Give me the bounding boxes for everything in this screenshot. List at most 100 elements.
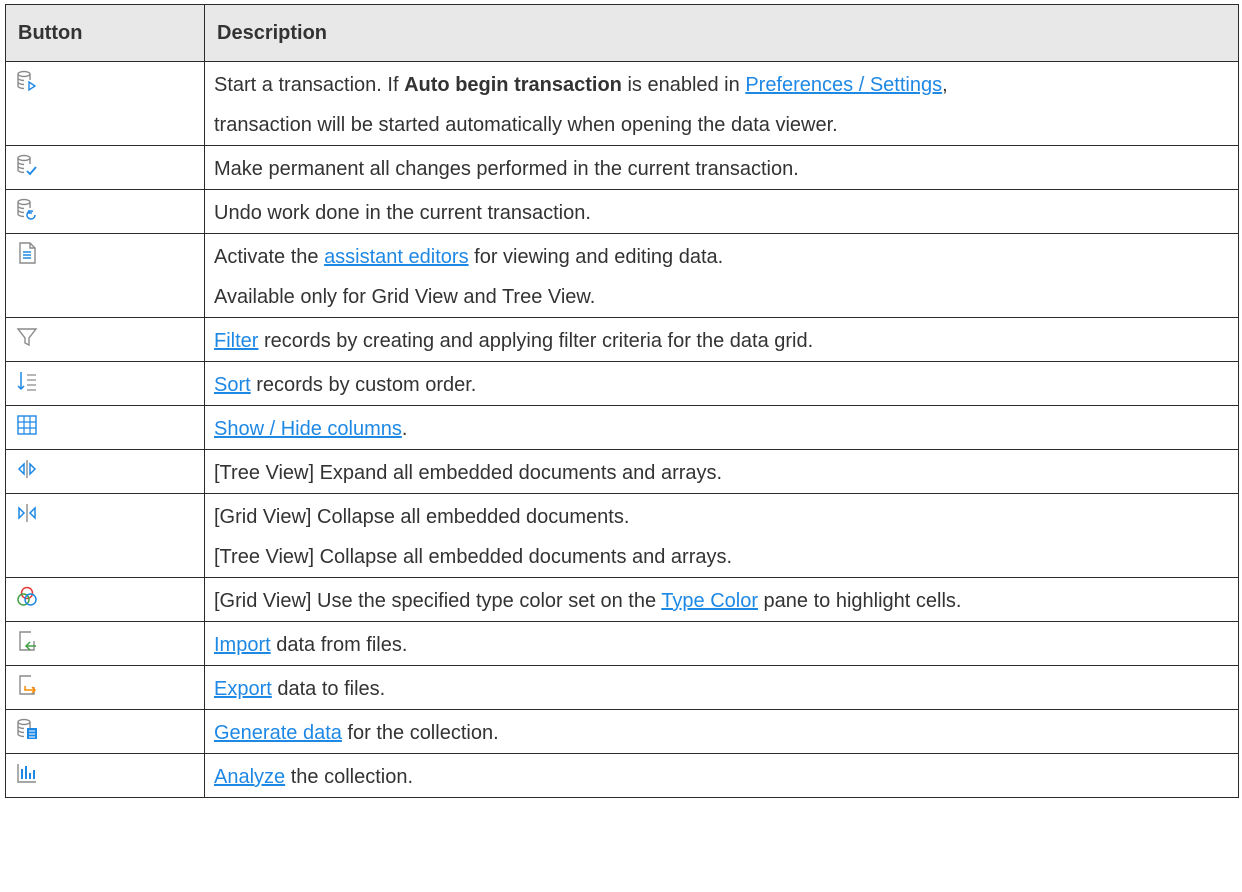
description-line: Available only for Grid View and Tree Vi… xyxy=(214,277,1226,317)
button-cell xyxy=(5,145,205,190)
description-cell: Start a transaction. If Auto begin trans… xyxy=(204,61,1239,146)
bold-term: Auto begin transaction xyxy=(404,74,622,96)
table-row: [Grid View] Collapse all embedded docume… xyxy=(5,493,1239,578)
collapse-all-icon xyxy=(15,501,39,525)
columns-grid-icon xyxy=(15,413,39,437)
description-line: Filter records by creating and applying … xyxy=(214,321,1226,361)
doc-link[interactable]: Import xyxy=(214,634,271,656)
import-icon xyxy=(15,629,39,653)
button-cell xyxy=(5,621,205,666)
table-row: Activate the assistant editors for viewi… xyxy=(5,233,1239,318)
description-text: is enabled in xyxy=(621,74,746,96)
description-cell: Import data from files. xyxy=(204,621,1239,666)
description-line: Make permanent all changes performed in … xyxy=(214,149,1226,189)
table-row: Sort records by custom order. xyxy=(5,361,1239,406)
description-text: , xyxy=(942,74,948,96)
commit-icon xyxy=(15,153,39,177)
description-text: Available only for Grid View and Tree Vi… xyxy=(214,286,596,308)
description-cell: Analyze the collection. xyxy=(204,753,1239,798)
description-text: the collection. xyxy=(285,766,414,788)
doc-link[interactable]: assistant editors xyxy=(324,246,469,268)
description-text: . xyxy=(401,418,408,440)
description-text: Start a transaction. If xyxy=(214,74,405,96)
description-line: Undo work done in the current transactio… xyxy=(214,193,1226,233)
table-body: Start a transaction. If Auto begin trans… xyxy=(5,61,1239,798)
description-text: Make permanent all changes performed in … xyxy=(214,158,799,180)
description-text: [Tree View] Expand all embedded document… xyxy=(214,462,723,484)
generate-data-icon xyxy=(15,717,39,741)
description-line: Analyze the collection. xyxy=(214,757,1226,797)
description-cell: Undo work done in the current transactio… xyxy=(204,189,1239,234)
export-icon xyxy=(15,673,39,697)
rollback-icon xyxy=(15,197,39,221)
description-line: Start a transaction. If Auto begin trans… xyxy=(214,65,1226,105)
description-cell: Sort records by custom order. xyxy=(204,361,1239,406)
button-cell xyxy=(5,189,205,234)
description-line: Export data to files. xyxy=(214,669,1226,709)
description-text: records by custom order. xyxy=(250,374,477,396)
description-line: Import data from files. xyxy=(214,625,1226,665)
table-row: Undo work done in the current transactio… xyxy=(5,189,1239,234)
table-row: Generate data for the collection. xyxy=(5,709,1239,754)
button-cell xyxy=(5,405,205,450)
begin-transaction-icon xyxy=(15,69,39,93)
table-row: Start a transaction. If Auto begin trans… xyxy=(5,61,1239,146)
description-line: [Tree View] Collapse all embedded docume… xyxy=(214,537,1226,577)
doc-link[interactable]: Sort xyxy=(214,374,251,396)
description-text: Activate the xyxy=(214,246,325,268)
doc-link[interactable]: Export xyxy=(214,678,272,700)
doc-link[interactable]: Show / Hide columns xyxy=(214,418,402,440)
description-text: [Grid View] Collapse all embedded docume… xyxy=(214,506,630,528)
doc-link[interactable]: Analyze xyxy=(214,766,285,788)
description-cell: Export data to files. xyxy=(204,665,1239,710)
description-text: records by creating and applying filter … xyxy=(258,330,814,352)
button-cell xyxy=(5,577,205,622)
description-text: for viewing and editing data. xyxy=(468,246,724,268)
description-cell: Show / Hide columns. xyxy=(204,405,1239,450)
description-text: Undo work done in the current transactio… xyxy=(214,202,591,224)
description-line: Activate the assistant editors for viewi… xyxy=(214,237,1226,277)
description-cell: Activate the assistant editors for viewi… xyxy=(204,233,1239,318)
description-line: [Grid View] Collapse all embedded docume… xyxy=(214,497,1226,537)
button-cell xyxy=(5,61,205,146)
table-row: Make permanent all changes performed in … xyxy=(5,145,1239,190)
doc-link[interactable]: Type Color xyxy=(661,590,758,612)
description-line: Generate data for the collection. xyxy=(214,713,1226,753)
description-line: [Tree View] Expand all embedded document… xyxy=(214,453,1226,493)
description-text: [Grid View] Use the specified type color… xyxy=(214,590,662,612)
description-cell: Filter records by creating and applying … xyxy=(204,317,1239,362)
header-description: Description xyxy=(204,4,1239,62)
header-button: Button xyxy=(5,4,205,62)
description-cell: [Tree View] Expand all embedded document… xyxy=(204,449,1239,494)
description-text: pane to highlight cells. xyxy=(758,590,962,612)
button-cell xyxy=(5,449,205,494)
table-header-row: Button Description xyxy=(5,4,1239,62)
assistant-editor-icon xyxy=(15,241,39,265)
description-cell: [Grid View] Collapse all embedded docume… xyxy=(204,493,1239,578)
table-row: [Grid View] Use the specified type color… xyxy=(5,577,1239,622)
doc-link[interactable]: Generate data xyxy=(214,722,342,744)
description-line: [Grid View] Use the specified type color… xyxy=(214,581,1226,621)
description-line: transaction will be started automaticall… xyxy=(214,105,1226,145)
type-color-icon xyxy=(15,585,39,609)
table-row: Import data from files. xyxy=(5,621,1239,666)
description-text: for the collection. xyxy=(341,722,499,744)
sort-icon xyxy=(15,369,39,393)
button-cell xyxy=(5,753,205,798)
table-row: Show / Hide columns. xyxy=(5,405,1239,450)
doc-link[interactable]: Preferences / Settings xyxy=(745,74,942,96)
table-row: Export data to files. xyxy=(5,665,1239,710)
description-text: data to files. xyxy=(271,678,386,700)
button-cell xyxy=(5,709,205,754)
doc-link[interactable]: Filter xyxy=(214,330,258,352)
description-line: Show / Hide columns. xyxy=(214,409,1226,449)
table-row: [Tree View] Expand all embedded document… xyxy=(5,449,1239,494)
expand-all-icon xyxy=(15,457,39,481)
button-cell xyxy=(5,361,205,406)
analyze-icon xyxy=(15,761,39,785)
table-row: Analyze the collection. xyxy=(5,753,1239,798)
table-row: Filter records by creating and applying … xyxy=(5,317,1239,362)
button-cell xyxy=(5,317,205,362)
description-cell: Generate data for the collection. xyxy=(204,709,1239,754)
button-description-table: Button Description Start a transaction. … xyxy=(5,4,1239,798)
